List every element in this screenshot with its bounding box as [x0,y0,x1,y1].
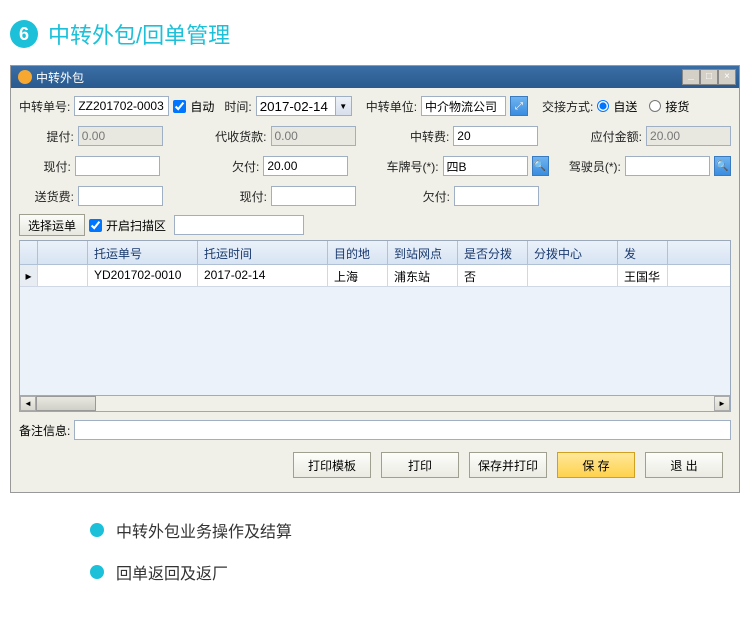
print-button[interactable]: 打印 [381,452,459,478]
section-number-badge: 6 [10,20,38,48]
scroll-right-icon[interactable]: ► [714,396,730,411]
handover-method-label: 交接方式: [542,98,593,115]
scroll-left-icon[interactable]: ◄ [20,396,36,411]
grid-header-center[interactable]: 分拨中心 [528,241,618,264]
close-button[interactable]: × [718,69,736,85]
save-and-print-button[interactable]: 保存并打印 [469,452,547,478]
cell-time: 2017-02-14 [198,265,328,286]
tifu-input [78,126,163,146]
cash-pay2-label: 现付: [187,188,267,205]
row-indicator-icon: ▸ [20,265,38,286]
print-template-button[interactable]: 打印模板 [293,452,371,478]
cell-center [528,265,618,286]
driver-label: 驾驶员(*): [559,158,621,175]
grid-header-station[interactable]: 到站网点 [388,241,458,264]
driver-input[interactable] [625,156,710,176]
table-row[interactable]: ▸ YD201702-0010 2017-02-14 上海 浦东站 否 王国华 [20,265,730,287]
time-label: 时间: [224,98,251,115]
horizontal-scrollbar[interactable]: ◄ ► [20,395,730,411]
maximize-button[interactable]: □ [700,69,718,85]
plate-lookup-icon[interactable]: 🔍 [532,156,549,176]
transfer-order-no-label: 中转单号: [19,98,70,115]
cash-pay2-input[interactable] [271,186,356,206]
list-item: 中转外包业务操作及结算 [90,518,660,542]
app-window: 中转外包 _ □ × 中转单号: 自动 时间: ▼ 中转单位: ⤢ 交接方式: … [10,65,740,493]
grid-header-dest[interactable]: 目的地 [328,241,388,264]
window-title: 中转外包 [36,69,682,86]
cash-pay-input[interactable] [75,156,160,176]
bullet-text: 中转外包业务操作及结算 [116,518,292,542]
grid-header-ext[interactable]: 发 [618,241,668,264]
pickup-radio[interactable] [649,100,661,112]
save-button[interactable]: 保 存 [557,452,635,478]
cell-dest: 上海 [328,265,388,286]
grid-header-time[interactable]: 托运时间 [198,241,328,264]
pickup-label: 接货 [665,98,689,115]
remark-input[interactable] [74,420,731,440]
payable-input [646,126,731,146]
section-title: 中转外包/回单管理 [48,18,230,50]
bullet-icon [90,565,104,579]
self-send-label: 自送 [613,98,637,115]
tifu-label: 提付: [19,128,74,145]
titlebar: 中转外包 _ □ × [11,66,739,88]
cash-pay-label: 现付: [19,158,71,175]
scan-area-label: 开启扫描区 [106,217,166,234]
exit-button[interactable]: 退 出 [645,452,723,478]
bullet-icon [90,523,104,537]
scan-area-checkbox[interactable] [89,219,102,232]
owe-pay2-label: 欠付: [390,188,450,205]
owe-pay-input[interactable] [263,156,348,176]
transfer-order-no-input[interactable] [74,96,169,116]
driver-lookup-icon[interactable]: 🔍 [714,156,731,176]
cod-input [271,126,356,146]
owe-pay-label: 欠付: [184,158,259,175]
plate-input[interactable] [443,156,528,176]
list-item: 回单返回及返厂 [90,560,660,584]
cell-ext: 王国华 [618,265,668,286]
grid-header-blank [38,241,88,264]
delivery-fee-label: 送货费: [19,188,74,205]
bullet-text: 回单返回及返厂 [116,560,228,584]
cell-fenbo: 否 [458,265,528,286]
grid-header-selector [20,241,38,264]
transfer-fee-input[interactable] [453,126,538,146]
self-send-radio[interactable] [597,100,609,112]
delivery-fee-input[interactable] [78,186,163,206]
cell-blank [38,265,88,286]
grid-header-orderno[interactable]: 托运单号 [88,241,198,264]
cell-station: 浦东站 [388,265,458,286]
auto-label: 自动 [190,98,214,115]
auto-checkbox[interactable] [173,100,186,113]
grid-header-fenbo[interactable]: 是否分拨 [458,241,528,264]
minimize-button[interactable]: _ [682,69,700,85]
scroll-thumb[interactable] [36,396,96,411]
waybill-grid: 托运单号 托运时间 目的地 到站网点 是否分拨 分拨中心 发 ▸ YD20170… [19,240,731,412]
select-waybill-button[interactable]: 选择运单 [19,214,85,236]
date-dropdown-icon[interactable]: ▼ [335,97,351,115]
cod-label: 代收货款: [187,128,267,145]
unit-lookup-icon[interactable]: ⤢ [510,96,528,116]
transfer-unit-input[interactable] [421,96,506,116]
remark-label: 备注信息: [19,422,70,439]
time-input-group: ▼ [256,96,352,116]
scan-input[interactable] [174,215,304,235]
owe-pay2-input[interactable] [454,186,539,206]
transfer-fee-label: 中转费: [390,128,450,145]
payable-label: 应付金额: [572,128,642,145]
transfer-unit-label: 中转单位: [366,98,417,115]
time-input[interactable] [257,97,335,115]
plate-label: 车牌号(*): [374,158,438,175]
app-icon [18,70,32,84]
cell-orderno: YD201702-0010 [88,265,198,286]
